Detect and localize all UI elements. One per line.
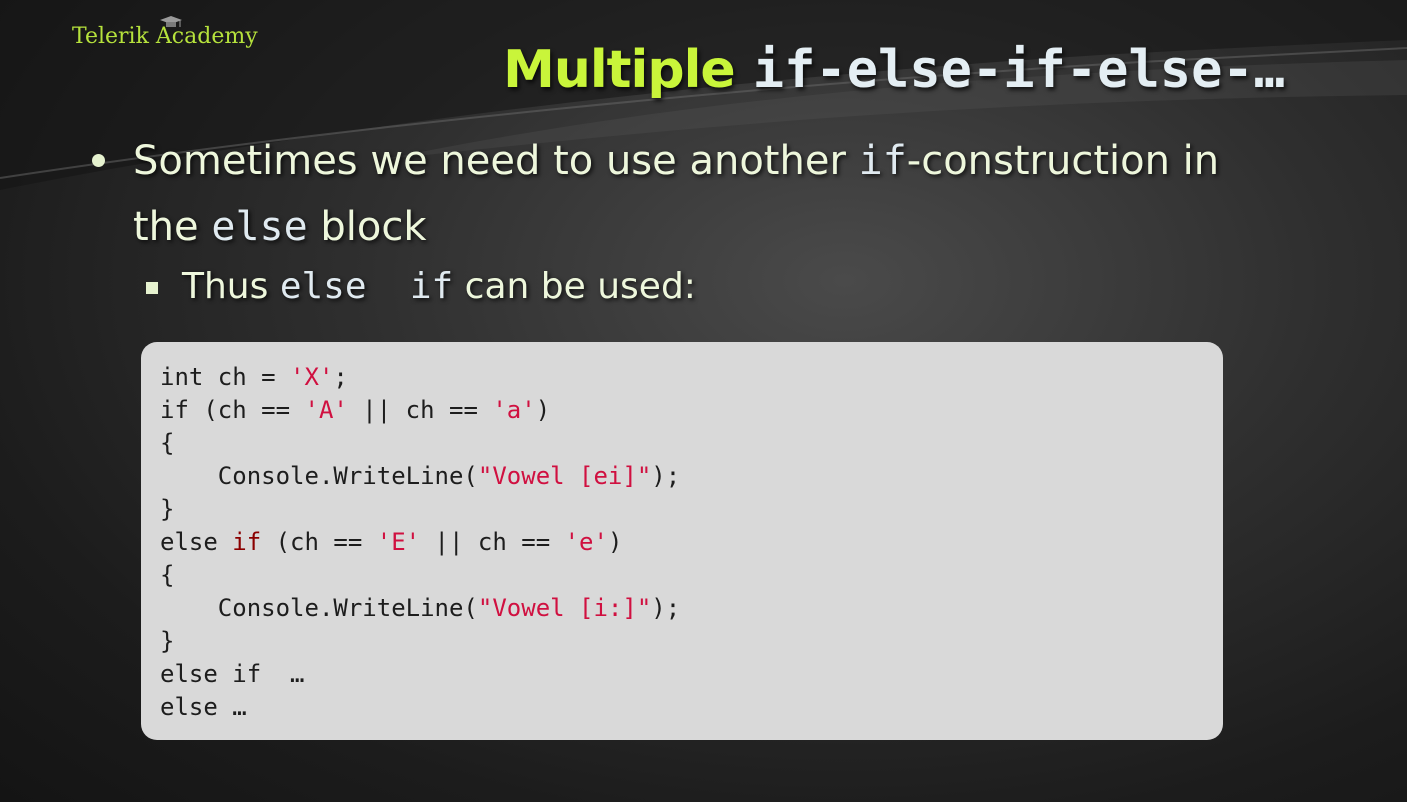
code-line-6: else if (ch == 'E' || ch == 'e')	[160, 526, 1223, 559]
code-line-4-string: "Vowel [ei]"	[477, 462, 652, 490]
code-line-1-end: ;	[333, 363, 348, 391]
code-line-2-end: )	[535, 396, 551, 424]
bullet-2-part-1: Thus	[182, 266, 280, 307]
code-line-4: Console.WriteLine("Vowel [ei]");	[160, 460, 1223, 493]
round-bullet-icon	[92, 154, 105, 167]
bullet-1-code-else: else	[211, 204, 308, 250]
code-line-11: else …	[160, 693, 247, 721]
code-line-6-keyword-if: if	[232, 528, 262, 556]
code-block: int ch = 'X'; if (ch == 'A' || ch == 'a'…	[141, 342, 1223, 740]
code-line-10: else if …	[160, 660, 305, 688]
slide-title: Multiple if-else-if-else-…	[503, 40, 1285, 100]
bullet-2-text: Thus else if can be used:	[146, 258, 696, 316]
bullet-1-part-3: block	[307, 204, 427, 250]
code-line-8-string: "Vowel [i:]"	[477, 594, 652, 622]
code-line-4-text: Console.WriteLine(	[160, 462, 478, 490]
bullet-2-part-2: can be used:	[453, 266, 696, 307]
telerik-academy-logo: Telerik Academy	[72, 16, 258, 49]
code-line-6-else: else	[160, 528, 233, 556]
code-line-7: {	[160, 561, 175, 589]
bullet-point-1: Sometimes we need to use another if-cons…	[92, 128, 1272, 260]
code-line-6-end: )	[607, 528, 623, 556]
bullet-1-part-1: Sometimes we need to use another	[133, 138, 859, 184]
bullet-1-text: Sometimes we need to use another if-cons…	[92, 128, 1272, 260]
square-bullet-icon	[146, 282, 158, 294]
bullet-2-code-else-if: else if	[279, 266, 454, 307]
bullet-1-code-if: if	[858, 138, 907, 184]
code-line-8-end: );	[651, 594, 681, 622]
title-code: if-else-if-else-…	[752, 40, 1285, 100]
code-line-9: }	[160, 627, 175, 655]
code-line-8-text: Console.WriteLine(	[160, 594, 478, 622]
title-word: Multiple	[503, 40, 736, 100]
graduation-cap-icon	[160, 16, 182, 27]
code-line-2-text: if (ch ==	[160, 396, 305, 424]
code-line-6-mid: || ch ==	[420, 528, 565, 556]
code-line-2-string-2: 'a'	[492, 396, 536, 424]
code-line-2-mid: || ch ==	[347, 396, 493, 424]
code-line-2: if (ch == 'A' || ch == 'a')	[160, 394, 1223, 427]
code-line-6-text: (ch ==	[261, 528, 377, 556]
code-line-1-text: int ch =	[160, 363, 291, 391]
code-line-2-string-1: 'A'	[304, 396, 348, 424]
code-line-1-string: 'X'	[290, 363, 334, 391]
bullet-point-2: Thus else if can be used:	[146, 258, 696, 316]
code-line-5: }	[160, 495, 175, 523]
code-line-4-end: );	[651, 462, 681, 490]
code-line-1: int ch = 'X';	[160, 361, 1223, 394]
code-line-8: Console.WriteLine("Vowel [i:]");	[160, 592, 1223, 625]
code-line-6-string-1: 'E'	[376, 528, 421, 556]
code-line-3: {	[160, 429, 175, 457]
code-line-6-string-2: 'e'	[564, 528, 608, 556]
